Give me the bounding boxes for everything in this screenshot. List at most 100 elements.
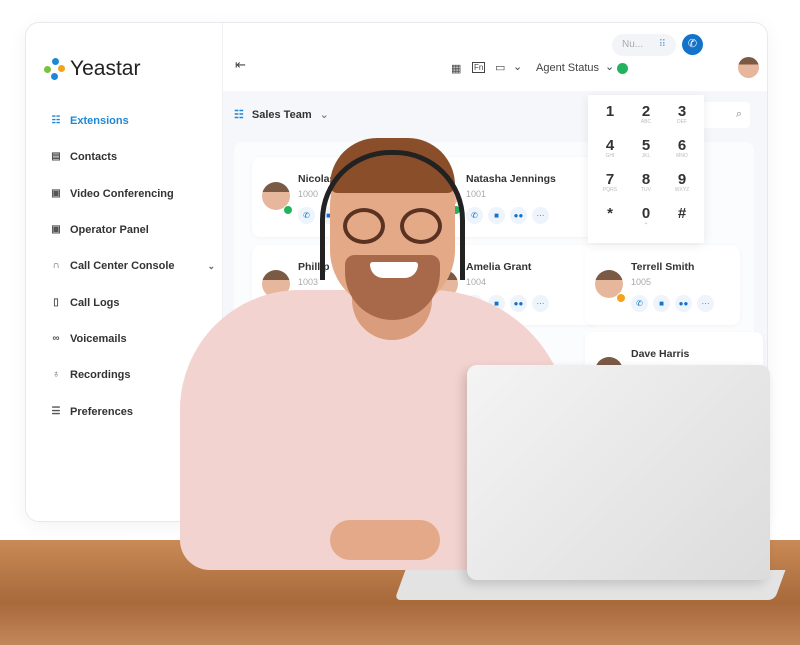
agent-status-dropdown[interactable]: Agent Status: [536, 62, 599, 74]
qr-code-icon[interactable]: ▦: [451, 62, 461, 75]
key-digit: 8: [641, 171, 651, 188]
yeastar-logo-icon: [44, 58, 66, 80]
extension-name: Terrell Smith: [631, 261, 695, 273]
key-digit: #: [677, 205, 687, 222]
user-list-icon: ☷: [51, 115, 61, 127]
extension-number: 1000: [298, 189, 319, 199]
collapse-menu-icon[interactable]: ⇤: [235, 57, 246, 73]
key-letters: MNO: [676, 153, 688, 159]
operator-panel-icon: ▣: [51, 224, 61, 236]
key-digit: 4: [605, 137, 615, 154]
sidebar-item-label: Operator Panel: [70, 224, 149, 237]
group-name: Sales Team: [251, 108, 312, 121]
chevron-down-icon: ⌄: [319, 109, 329, 121]
key-letters: JKL: [641, 153, 651, 159]
sidebar-item-extensions[interactable]: ☷ Extensions: [50, 103, 215, 139]
key-digit: 6: [677, 137, 687, 154]
voicemail-icon: ∞: [52, 332, 60, 344]
chevron-down-icon[interactable]: ⌄: [513, 60, 522, 73]
key-letters: +: [644, 221, 648, 227]
voicemail-icon[interactable]: ●●: [510, 207, 527, 224]
group-selector[interactable]: ☷ Sales Team ⌄: [234, 108, 329, 122]
key-letters: ABC: [640, 119, 652, 125]
call-icon[interactable]: ✆: [466, 207, 483, 224]
sidebar-item-voicemails[interactable]: ∞ Voicemails: [50, 321, 215, 357]
key-digit: 2: [641, 103, 651, 120]
number-placeholder: Nu...: [622, 39, 644, 50]
extension-name: Natasha Jennings: [466, 173, 556, 185]
dialpad-key[interactable]: 5 JKL: [628, 135, 664, 169]
monitor-icon[interactable]: ▭: [495, 61, 505, 74]
extension-number: 1001: [466, 189, 487, 199]
video-icon[interactable]: ■: [488, 207, 505, 224]
voicemail-icon[interactable]: ●●: [675, 295, 692, 312]
sidebar-item-label: Call Logs: [70, 296, 120, 309]
extension-number: 1004: [466, 277, 487, 287]
key-letters: PQRS: [602, 187, 618, 193]
extension-name: Dave Harris: [631, 348, 690, 360]
dialpad: 1 2 ABC 3 DEF 4 GHI 5 JKL 6 MNO 7 PQRS 8 TUV 9 WXYZ * 0 + #: [588, 95, 704, 243]
video-icon[interactable]: ■: [653, 295, 670, 312]
sidebar-item-operator-panel[interactable]: ▣ Operator Panel: [50, 212, 215, 248]
dialpad-key[interactable]: 4 GHI: [592, 135, 628, 169]
call-icon[interactable]: ✆: [631, 295, 648, 312]
contacts-icon: ▤: [51, 151, 61, 163]
more-icon[interactable]: ···: [532, 295, 549, 312]
dialpad-key[interactable]: 9 WXYZ: [664, 169, 700, 203]
key-digit: 1: [605, 103, 615, 120]
chevron-down-icon: ⌄: [605, 61, 615, 73]
topbar: ⇤ ▦ Fn ▭ ⌄ Agent Status ⌄: [223, 23, 767, 91]
group-icon: ☷: [234, 109, 244, 121]
dialpad-key[interactable]: #: [664, 203, 700, 237]
sidebar-item-label: Contacts: [70, 151, 118, 164]
dialpad-key[interactable]: *: [592, 203, 628, 237]
dialpad-key[interactable]: 2 ABC: [628, 101, 664, 135]
brand-name: Yeastar: [70, 57, 141, 80]
sidebar-item-label: Call Center Console: [70, 260, 175, 273]
dialpad-key[interactable]: 0 +: [628, 203, 664, 237]
key-digit: 7: [605, 171, 615, 188]
user-avatar[interactable]: [738, 57, 759, 78]
more-icon[interactable]: ···: [697, 295, 714, 312]
voicemail-icon[interactable]: ●●: [510, 295, 527, 312]
call-log-icon: ▯: [53, 296, 59, 308]
key-digit: *: [607, 205, 613, 222]
sidebar-item-call-center-console[interactable]: ∩ Call Center Console ⌄: [50, 248, 215, 284]
chevron-down-icon: ⌄: [207, 260, 215, 271]
sidebar-item-video-conferencing[interactable]: ▣ Video Conferencing: [50, 176, 215, 212]
status-available-icon: [283, 205, 293, 215]
number-input[interactable]: Nu... ⠿: [612, 34, 676, 56]
dialpad-key[interactable]: 3 DEF: [664, 101, 700, 135]
call-button[interactable]: ✆: [682, 34, 703, 55]
key-letters: WXYZ: [674, 187, 690, 193]
key-digit: 5: [641, 137, 651, 154]
fn-key-icon[interactable]: Fn: [472, 62, 486, 73]
headset-icon: ∩: [52, 260, 60, 272]
sidebar-item-label: Video Conferencing: [70, 187, 174, 200]
key-letters: DEF: [677, 119, 687, 125]
sidebar-item-label: Preferences: [70, 405, 133, 418]
video-conference-icon: ▣: [51, 187, 61, 199]
sidebar-item-contacts[interactable]: ▤ Contacts: [50, 139, 215, 175]
key-letters: TUV: [641, 187, 651, 193]
sidebar-item-label: Extensions: [70, 115, 129, 128]
status-available-icon: [617, 63, 628, 74]
sidebar-item-call-logs[interactable]: ▯ Call Logs: [50, 284, 215, 320]
dialpad-icon[interactable]: ⠿: [659, 39, 666, 50]
dialpad-key[interactable]: 1: [592, 101, 628, 135]
dialpad-key[interactable]: 7 PQRS: [592, 169, 628, 203]
key-digit: 3: [677, 103, 687, 120]
extension-card[interactable]: Terrell Smith 1005 ✆ ■ ●● ···: [585, 245, 740, 325]
more-icon[interactable]: ···: [532, 207, 549, 224]
extension-number: 1005: [631, 277, 652, 287]
call-icon[interactable]: ✆: [298, 207, 315, 224]
key-digit: 0: [641, 205, 651, 222]
phone-icon: ✆: [687, 38, 698, 50]
dialpad-key[interactable]: 8 TUV: [628, 169, 664, 203]
key-digit: 9: [677, 171, 687, 188]
extension-number: 1003: [298, 277, 319, 287]
dialpad-key[interactable]: 6 MNO: [664, 135, 700, 169]
search-icon: ⌕: [735, 108, 742, 120]
headset-photo: [320, 150, 465, 280]
key-letters: GHI: [605, 153, 615, 159]
